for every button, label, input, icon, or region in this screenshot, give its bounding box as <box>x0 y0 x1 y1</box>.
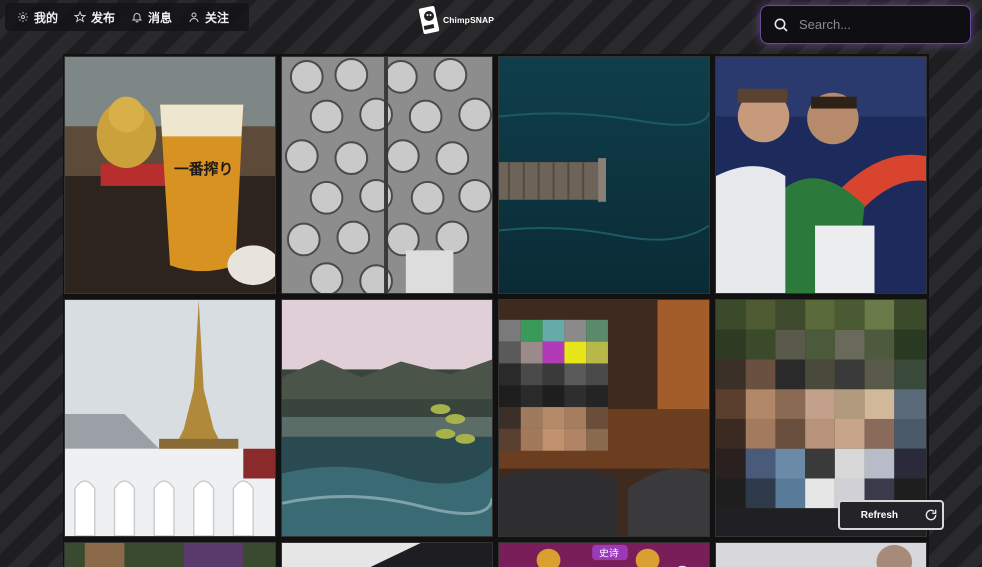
photo-row3-1[interactable] <box>64 542 276 567</box>
pier-photo-image <box>499 57 709 293</box>
photo-pier[interactable] <box>498 56 710 294</box>
brand-logo[interactable]: ChimpSNAP <box>418 2 494 38</box>
row3-photo-2-image <box>282 543 492 567</box>
river-photo-image <box>282 300 492 536</box>
row3-photo-1-image <box>65 543 275 567</box>
search-icon <box>774 18 788 32</box>
beer-photo-image: 一番搾り <box>65 57 275 293</box>
top-nav: 我的 发布 消息 关注 <box>5 3 250 31</box>
photo-row3-4[interactable] <box>715 542 927 567</box>
refresh-label: Refresh <box>860 509 898 521</box>
bell-icon <box>131 13 143 23</box>
user-icon <box>189 12 199 23</box>
nav-label-mine: 我的 <box>34 10 59 25</box>
refresh-button[interactable]: Refresh <box>838 500 944 530</box>
refresh-icon <box>925 509 937 521</box>
row3-photo-3-image: 史诗 <box>499 543 709 567</box>
gear-icon <box>18 12 28 22</box>
photo-grid: 一番搾り 史诗 <box>63 54 929 567</box>
nav-item-mine[interactable]: 我的 <box>13 3 70 31</box>
temple-photo-image <box>65 300 275 536</box>
nav-label-publish: 发布 <box>91 10 116 25</box>
photo-beer[interactable]: 一番搾り <box>64 56 276 294</box>
glass-label: 一番搾り <box>174 160 233 178</box>
players-photo-image <box>499 300 709 536</box>
brand-name: ChimpSNAP <box>443 15 494 25</box>
nav-item-publish[interactable]: 发布 <box>70 3 127 31</box>
photo-football[interactable] <box>715 56 927 294</box>
photo-temple[interactable] <box>64 299 276 537</box>
nav-item-messages[interactable]: 消息 <box>127 3 184 31</box>
nav-label-following: 关注 <box>205 10 230 25</box>
photo-river[interactable] <box>281 299 493 537</box>
star-icon <box>74 11 87 23</box>
skulls-photo-image <box>282 57 492 293</box>
football-photo-image <box>716 57 926 293</box>
photo-skulls[interactable] <box>281 56 493 294</box>
photo-row3-2[interactable] <box>281 542 493 567</box>
photo-game-players[interactable] <box>498 299 710 537</box>
search-box <box>760 5 971 44</box>
photo-row3-3[interactable]: 史诗 <box>498 542 710 567</box>
nav-label-messages: 消息 <box>148 10 173 25</box>
row3-photo-4-image <box>716 543 926 567</box>
nav-item-following[interactable]: 关注 <box>184 3 241 31</box>
search-input[interactable] <box>799 17 949 32</box>
game-banner-text: 史诗 <box>599 547 619 559</box>
chimp-logo-icon <box>418 5 440 35</box>
